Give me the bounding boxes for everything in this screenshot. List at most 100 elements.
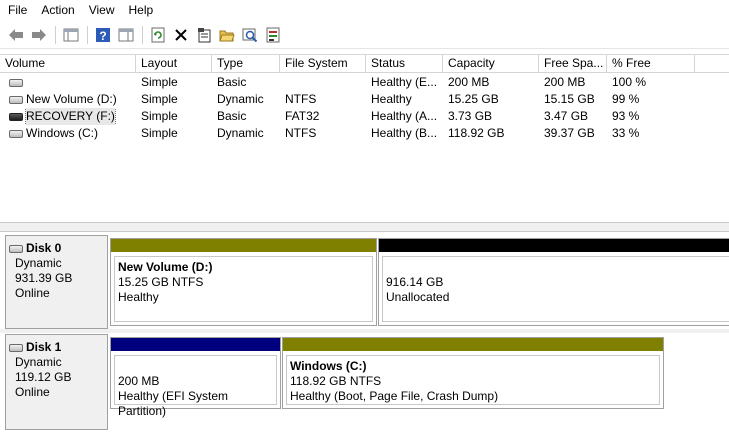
volume-capacity: 200 MB	[448, 75, 490, 89]
volume-free-space: 39.37 GB	[544, 126, 595, 140]
drive-icon	[9, 78, 23, 87]
toolbar-separator	[142, 26, 143, 44]
refresh-icon[interactable]	[148, 25, 168, 45]
disk-1-label[interactable]: Disk 1 Dynamic 119.12 GB Online	[5, 334, 108, 430]
column-header-volume[interactable]: Volume	[0, 55, 136, 73]
partition-size: 118.92 GB NTFS	[290, 374, 382, 388]
partition-status: Healthy	[118, 290, 159, 304]
volume-name: RECOVERY (F:)	[25, 108, 116, 125]
partition-new-volume-d[interactable]: New Volume (D:) 15.25 GB NTFS Healthy	[110, 238, 377, 326]
volume-list-header: Volume Layout Type File System Status Ca…	[0, 55, 729, 73]
toolbar-separator	[55, 26, 56, 44]
menu-action[interactable]: Action	[34, 0, 81, 21]
table-row[interactable]: Windows (C:) Simple Dynamic NTFS Healthy…	[0, 125, 729, 142]
volume-status: Healthy (A...	[371, 109, 438, 123]
volume-name: New Volume (D:)	[26, 92, 117, 106]
volume-status: Healthy (B...	[371, 126, 438, 140]
disk-size: 931.39 GB	[15, 271, 73, 285]
volume-percent-free: 99 %	[612, 92, 640, 106]
disk-state: Online	[15, 286, 50, 300]
removable-drive-icon	[9, 112, 23, 121]
menu-help[interactable]: Help	[122, 0, 161, 21]
volume-layout: Simple	[141, 109, 178, 123]
partition-color-bar	[111, 239, 376, 252]
column-header-layout[interactable]: Layout	[136, 55, 212, 73]
open-folder-icon[interactable]	[217, 25, 237, 45]
volume-type: Basic	[217, 75, 247, 89]
console-tree-icon[interactable]	[61, 25, 81, 45]
forward-arrow-icon[interactable]	[29, 25, 49, 45]
partition-status: Healthy (EFI System Partition)	[118, 389, 229, 418]
volume-percent-free: 100 %	[612, 75, 647, 89]
disk-graphical-view: Disk 0 Dynamic 931.39 GB Online New Volu…	[0, 232, 729, 433]
column-header-percent-free[interactable]: % Free	[607, 55, 695, 73]
volume-name: Windows (C:)	[26, 126, 99, 140]
volume-file-system	[280, 74, 366, 91]
disk-row-separator	[0, 329, 729, 333]
disk-icon	[9, 244, 23, 253]
partition-efi[interactable]: 200 MB Healthy (EFI System Partition)	[110, 337, 281, 418]
partition-color-bar	[379, 239, 729, 252]
column-header-type[interactable]: Type	[212, 55, 280, 73]
volume-capacity: 15.25 GB	[448, 92, 499, 106]
table-row[interactable]: New Volume (D:) Simple Dynamic NTFS Heal…	[0, 91, 729, 108]
volume-type: Dynamic	[217, 92, 264, 106]
disk-0-label[interactable]: Disk 0 Dynamic 931.39 GB Online	[5, 235, 108, 329]
table-row[interactable]: RECOVERY (F:) Simple Basic FAT32 Healthy…	[0, 108, 729, 125]
properties-icon[interactable]	[194, 25, 214, 45]
volume-free-space: 200 MB	[544, 75, 586, 89]
volume-free-space: 3.47 GB	[544, 109, 589, 123]
partition-size: 200 MB	[118, 374, 160, 388]
help-icon[interactable]: ?	[93, 25, 113, 45]
disk-state: Online	[15, 385, 50, 399]
disk-icon	[9, 343, 23, 352]
disk-name: Disk 0	[26, 241, 62, 255]
volume-file-system: NTFS	[285, 126, 317, 140]
volume-file-system: NTFS	[285, 92, 317, 106]
volume-file-system: FAT32	[285, 109, 320, 123]
volume-layout: Simple	[141, 75, 178, 89]
column-header-empty	[695, 55, 729, 73]
column-header-status[interactable]: Status	[366, 55, 443, 73]
partition-title: New Volume (D:)	[118, 260, 213, 274]
menu-bar: File Action View Help	[0, 0, 729, 21]
partition-windows-c[interactable]: Windows (C:) 118.92 GB NTFS Healthy (Boo…	[282, 337, 664, 409]
partition-status: Unallocated	[386, 290, 450, 304]
volume-free-space: 15.15 GB	[544, 92, 595, 106]
volume-type: Dynamic	[217, 126, 264, 140]
menu-file[interactable]: File	[0, 0, 34, 21]
show-hide-pane-icon[interactable]	[116, 25, 136, 45]
volume-layout: Simple	[141, 126, 178, 140]
volume-percent-free: 33 %	[612, 126, 640, 140]
volume-status: Healthy	[371, 92, 412, 106]
toolbar: ?	[0, 22, 729, 49]
delete-icon[interactable]	[171, 25, 191, 45]
partition-color-bar	[283, 338, 663, 351]
pane-splitter[interactable]	[0, 222, 729, 232]
volume-list: Volume Layout Type File System Status Ca…	[0, 54, 729, 222]
partition-color-bar	[111, 338, 280, 351]
drive-icon	[9, 95, 23, 104]
back-arrow-icon[interactable]	[6, 25, 26, 45]
drive-icon	[9, 129, 23, 138]
volume-percent-free: 93 %	[612, 109, 640, 123]
disk-kind: Dynamic	[15, 355, 62, 369]
partition-size: 916.14 GB	[386, 275, 444, 289]
disk-name: Disk 1	[26, 340, 62, 354]
column-header-free-space[interactable]: Free Spa...	[539, 55, 607, 73]
partition-unallocated[interactable]: 916.14 GB Unallocated	[378, 238, 729, 326]
volume-capacity: 118.92 GB	[448, 126, 505, 140]
partition-status: Healthy (Boot, Page File, Crash Dump)	[290, 389, 499, 403]
partition-size: 15.25 GB NTFS	[118, 275, 204, 289]
svg-text:?: ?	[99, 29, 106, 43]
column-header-capacity[interactable]: Capacity	[443, 55, 539, 73]
column-header-file-system[interactable]: File System	[280, 55, 366, 73]
disk-size: 119.12 GB	[15, 370, 72, 384]
rescan-disks-icon[interactable]	[263, 25, 283, 45]
table-row[interactable]: Simple Basic Healthy (E... 200 MB 200 MB…	[0, 74, 729, 91]
explore-icon[interactable]	[240, 25, 260, 45]
volume-status: Healthy (E...	[371, 75, 438, 89]
partition-title: Windows (C:)	[290, 359, 367, 373]
menu-view[interactable]: View	[82, 0, 122, 21]
volume-type: Basic	[217, 109, 247, 123]
